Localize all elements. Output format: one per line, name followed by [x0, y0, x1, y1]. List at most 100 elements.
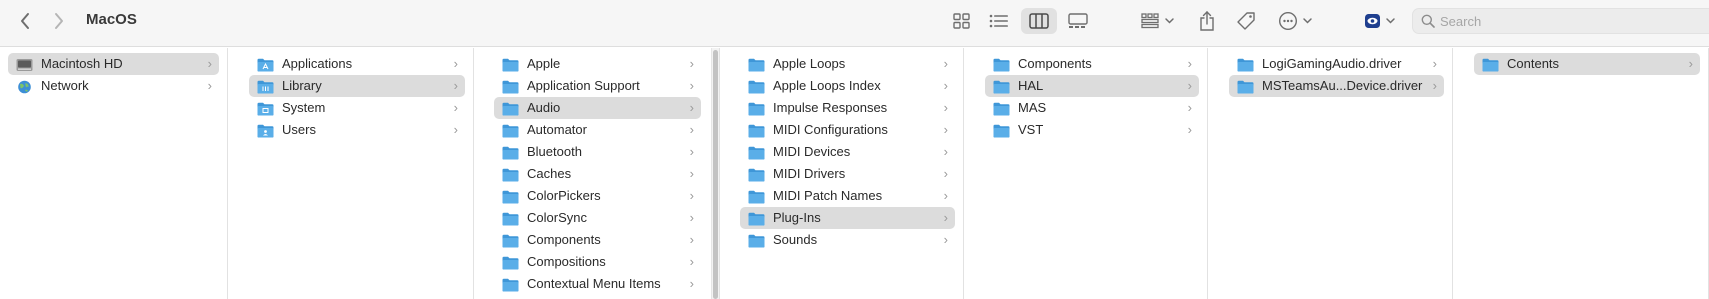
list-item[interactable]: Components ›	[494, 229, 701, 251]
chevron-right-icon: ›	[689, 166, 694, 181]
chevron-right-icon: ›	[943, 122, 948, 137]
list-item[interactable]: HAL ›	[985, 75, 1199, 97]
chevron-right-icon: ›	[689, 276, 694, 291]
list-item[interactable]: ColorPickers ›	[494, 185, 701, 207]
search-placeholder: Search	[1440, 14, 1482, 29]
column-3: Apple › Application Support › Audio › Automato…	[486, 48, 720, 299]
list-item[interactable]: LogiGamingAudio.driver ›	[1229, 53, 1444, 75]
folder-icon	[502, 167, 519, 182]
list-view-icon[interactable]	[985, 8, 1013, 34]
list-item[interactable]: Plug-Ins ›	[740, 207, 955, 229]
library-folder-icon	[257, 79, 274, 94]
list-item[interactable]: Applications ›	[249, 53, 465, 75]
folder-icon	[748, 233, 765, 248]
list-item[interactable]: VST ›	[985, 119, 1199, 141]
list-item[interactable]: Macintosh HD ›	[8, 53, 219, 75]
folder-icon	[502, 123, 519, 138]
folder-icon	[993, 57, 1010, 72]
column-gutter	[1208, 48, 1221, 299]
chevron-right-icon: ›	[943, 144, 948, 159]
group-icon[interactable]	[1140, 8, 1178, 34]
folder-icon	[502, 277, 519, 292]
chevron-right-icon: ›	[207, 56, 212, 71]
list-item-label: Contextual Menu Items	[527, 276, 661, 291]
list-item[interactable]: MIDI Configurations ›	[740, 119, 955, 141]
list-item[interactable]: Impulse Responses ›	[740, 97, 955, 119]
vertical-scrollbar[interactable]	[711, 48, 719, 299]
list-item-label: Components	[1018, 56, 1092, 71]
list-item[interactable]: System ›	[249, 97, 465, 119]
list-item[interactable]: Apple Loops Index ›	[740, 75, 955, 97]
list-item-label: Network	[41, 78, 89, 93]
folder-icon	[748, 145, 765, 160]
folder-icon	[1482, 57, 1499, 72]
scrollbar-thumb[interactable]	[713, 50, 718, 299]
list-item-label: Applications	[282, 56, 353, 71]
chevron-right-icon: ›	[943, 166, 948, 181]
folder-icon	[993, 123, 1010, 138]
chevron-right-icon: ›	[689, 122, 694, 137]
gallery-view-icon[interactable]	[1064, 8, 1092, 34]
more-actions-icon[interactable]	[1277, 8, 1315, 34]
list-item-label: Audio	[527, 100, 561, 115]
list-item[interactable]: Apple ›	[494, 53, 701, 75]
search-icon	[1421, 14, 1435, 33]
list-item-label: Application Support	[527, 78, 640, 93]
list-item[interactable]: Bluetooth ›	[494, 141, 701, 163]
column-view-icon[interactable]	[1021, 8, 1057, 34]
hard-drive-icon	[16, 57, 33, 71]
list-item[interactable]: MAS ›	[985, 97, 1199, 119]
chevron-right-icon: ›	[453, 100, 458, 115]
list-item[interactable]: Contextual Menu Items ›	[494, 273, 701, 295]
column-6: LogiGamingAudio.driver › MSTeamsAu...Devic…	[1221, 48, 1453, 299]
list-item[interactable]: Caches ›	[494, 163, 701, 185]
list-item[interactable]: MIDI Patch Names ›	[740, 185, 955, 207]
list-item-label: ColorPickers	[527, 188, 601, 203]
list-item-label: Apple Loops Index	[773, 78, 881, 93]
list-item[interactable]: ColorSync ›	[494, 207, 701, 229]
list-item[interactable]: Library ›	[249, 75, 465, 97]
list-item[interactable]: Sounds ›	[740, 229, 955, 251]
list-item[interactable]: MIDI Drivers ›	[740, 163, 955, 185]
list-item[interactable]: MSTeamsAu...Device.driver ›	[1229, 75, 1444, 97]
column-gutter	[964, 48, 977, 299]
list-item[interactable]: Network ›	[8, 75, 219, 97]
folder-icon	[502, 211, 519, 226]
folder-icon	[1237, 79, 1254, 94]
list-item-label: Compositions	[527, 254, 606, 269]
list-item[interactable]: Compositions ›	[494, 251, 701, 273]
chevron-right-icon: ›	[1187, 56, 1192, 71]
tag-icon[interactable]	[1233, 8, 1259, 34]
chevron-left-icon[interactable]	[14, 8, 36, 34]
share-icon[interactable]	[1195, 8, 1219, 34]
folder-icon	[502, 233, 519, 248]
chevron-right-icon[interactable]	[48, 8, 70, 34]
list-item-label: Components	[527, 232, 601, 247]
folder-icon	[502, 57, 519, 72]
column-7: Contents ›	[1466, 48, 1709, 299]
list-item[interactable]: Contents ›	[1474, 53, 1700, 75]
folder-icon	[502, 255, 519, 270]
list-item[interactable]: Apple Loops ›	[740, 53, 955, 75]
folder-icon	[748, 211, 765, 226]
list-item[interactable]: Users ›	[249, 119, 465, 141]
chevron-right-icon: ›	[1688, 56, 1693, 71]
icon-view-icon[interactable]	[949, 8, 975, 34]
chevron-right-icon: ›	[943, 78, 948, 93]
eye-icon[interactable]	[1362, 8, 1400, 34]
chevron-right-icon: ›	[689, 210, 694, 225]
list-item-label: MIDI Configurations	[773, 122, 888, 137]
chevron-right-icon: ›	[207, 78, 212, 93]
chevron-right-icon: ›	[1187, 78, 1192, 93]
list-item[interactable]: MIDI Devices ›	[740, 141, 955, 163]
list-item-label: System	[282, 100, 326, 115]
list-item-label: HAL	[1018, 78, 1044, 93]
list-item[interactable]: Application Support ›	[494, 75, 701, 97]
list-item-label: MIDI Drivers	[773, 166, 846, 181]
chevron-right-icon: ›	[689, 100, 694, 115]
list-item[interactable]: Components ›	[985, 53, 1199, 75]
search-field[interactable]: Search	[1412, 8, 1709, 34]
list-item[interactable]: Audio ›	[494, 97, 701, 119]
list-item[interactable]: Automator ›	[494, 119, 701, 141]
chevron-right-icon: ›	[1187, 122, 1192, 137]
